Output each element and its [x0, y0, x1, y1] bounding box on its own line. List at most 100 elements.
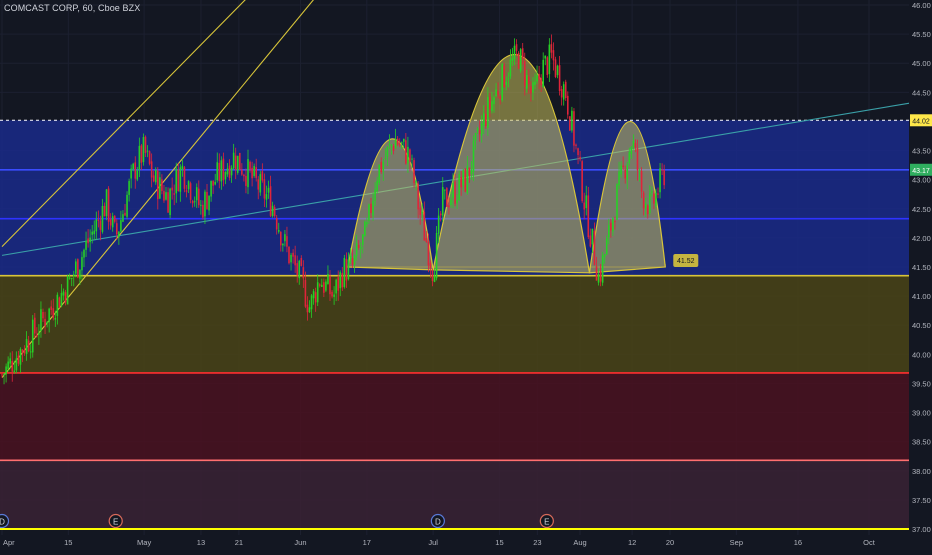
candle-body	[653, 193, 655, 204]
candle-body	[304, 279, 307, 307]
candle-body	[288, 246, 290, 264]
candle-body	[118, 231, 120, 238]
candle-body	[169, 188, 171, 216]
candle-body	[413, 160, 415, 184]
candle-body	[50, 306, 52, 310]
candle-body	[241, 169, 243, 175]
candle-body	[599, 271, 602, 282]
candle-body	[58, 297, 61, 308]
candle-body	[376, 180, 378, 191]
candle-body	[610, 222, 612, 231]
candle-body	[7, 361, 9, 369]
candle-body	[206, 191, 208, 210]
candle-body	[333, 294, 335, 297]
candle-body	[423, 211, 426, 241]
x-tick-label: May	[137, 538, 151, 547]
candle-body	[13, 370, 16, 372]
candle-body	[70, 277, 73, 279]
zone-mauve-zone	[0, 460, 909, 529]
chart-area[interactable]: D E D E 37.00 37.50 38.00 38.50 39.00 39.50 40.00…	[0, 0, 932, 550]
candle-body	[275, 217, 278, 230]
candle-body	[558, 65, 561, 92]
candle-body	[362, 234, 364, 245]
candle-body	[505, 81, 508, 85]
candle-body	[66, 276, 69, 305]
price-label-last: 43.17	[910, 163, 932, 176]
candle-body	[405, 140, 407, 164]
candle-body	[503, 65, 506, 88]
candle-body	[3, 373, 5, 375]
candle-body	[530, 86, 532, 94]
candle-body	[388, 143, 391, 146]
y-tick-label: 45.50	[912, 30, 931, 39]
candle-body	[120, 220, 122, 232]
candle-body	[384, 157, 387, 159]
candle-body	[540, 77, 542, 86]
candle-body	[177, 169, 180, 192]
candle-body	[103, 205, 106, 217]
candle-body	[234, 155, 237, 171]
candle-body	[409, 149, 411, 162]
candle-body	[273, 207, 276, 216]
candle-body	[343, 257, 346, 287]
candle-body	[126, 194, 128, 217]
candle-body	[569, 116, 571, 131]
candle-body	[523, 60, 526, 86]
candle-body	[222, 158, 225, 181]
candle-body	[638, 170, 641, 172]
candle-body	[87, 238, 89, 244]
candle-body	[306, 304, 309, 313]
event-marker: E	[539, 513, 554, 529]
candle-body	[595, 266, 598, 281]
candle-body	[472, 140, 475, 172]
candle-body	[482, 113, 485, 126]
candle-body	[11, 361, 14, 372]
candle-body	[300, 257, 303, 266]
candle-body	[601, 255, 604, 283]
candle-body	[21, 349, 24, 353]
event-marker-label: D	[0, 518, 5, 527]
candle-body	[491, 101, 493, 111]
candle-body	[144, 136, 147, 153]
candle-body	[202, 204, 204, 218]
candle-body	[366, 222, 368, 225]
event-marker: D	[430, 513, 445, 529]
candle-body	[249, 161, 251, 170]
candle-body	[628, 151, 631, 164]
x-tick-label: 12	[628, 538, 636, 547]
candle-body	[327, 273, 329, 284]
candle-body	[247, 159, 249, 188]
x-tick-label: Oct	[863, 538, 876, 547]
candle-body	[468, 167, 471, 176]
candle-body	[99, 220, 102, 230]
candle-body	[532, 82, 534, 93]
candle-body	[290, 254, 292, 263]
candle-body	[138, 145, 141, 170]
candle-body	[228, 165, 231, 178]
event-marker: E	[108, 513, 123, 529]
candle-body	[368, 204, 370, 221]
candle-body	[564, 81, 567, 99]
candle-body	[403, 138, 405, 142]
candle-body	[400, 142, 403, 144]
candle-body	[634, 142, 637, 148]
candle-body	[253, 165, 255, 176]
candle-body	[54, 317, 57, 320]
candle-body	[589, 235, 592, 247]
price-chart[interactable]: D E D E 37.00 37.50 38.00 38.50 39.00 39.50 40.00…	[0, 0, 932, 550]
candle-body	[212, 180, 214, 186]
candle-body	[161, 179, 163, 192]
candle-body	[185, 190, 188, 192]
candle-body	[380, 161, 383, 172]
candle-body	[29, 351, 32, 353]
candle-body	[56, 294, 59, 316]
candle-body	[649, 193, 651, 214]
event-marker-label: D	[435, 518, 441, 527]
candle-body	[255, 167, 257, 178]
candle-body	[298, 260, 301, 279]
candle-body	[575, 144, 577, 146]
candle-body	[204, 191, 206, 217]
candle-body	[560, 89, 563, 98]
candle-body	[495, 89, 497, 97]
candle-body	[198, 188, 200, 206]
